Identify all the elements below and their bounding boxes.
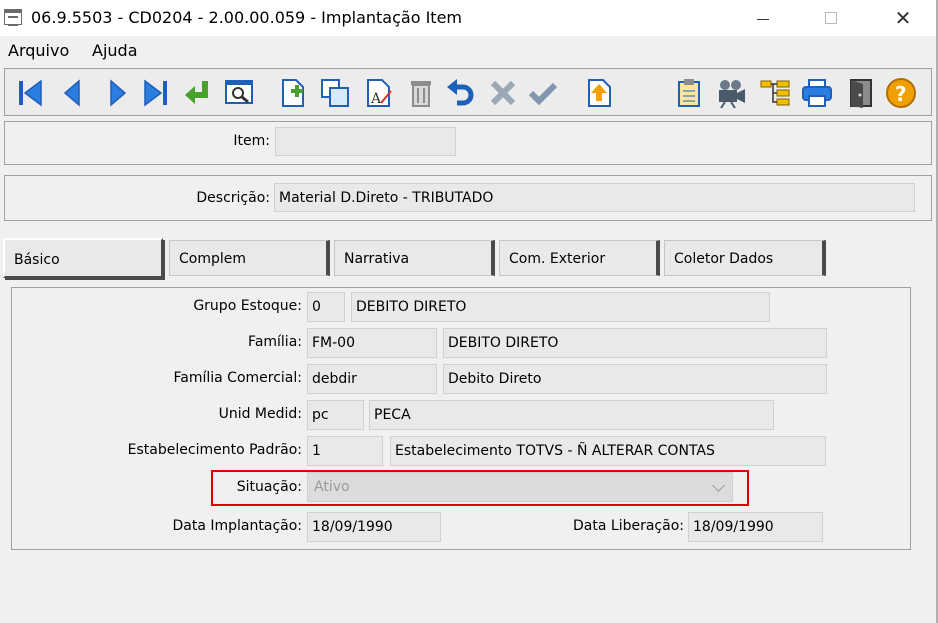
structure-icon[interactable] [759,77,791,109]
tab-com-exterior[interactable]: Com. Exterior [499,240,660,276]
unid-medid-desc: PECA [369,400,774,430]
familia-desc: DEBITO DIRETO [443,328,827,358]
menu-ajuda[interactable]: Ajuda [92,41,138,60]
help-icon[interactable]: ? [885,77,917,109]
grupo-estoque-label: Grupo Estoque: [193,298,302,314]
descricao-input[interactable]: Material D.Direto - TRIBUTADO [274,183,915,212]
familia-comercial-label: Família Comercial: [173,370,303,386]
maximize-button[interactable] [808,0,854,36]
toolbar: A ? [4,68,932,116]
grupo-estoque-desc: DEBITO DIRETO [351,292,770,322]
data-implantacao-label: Data Implantação: [172,518,303,534]
import-icon[interactable] [583,77,615,109]
familia-comercial-code[interactable]: debdir [307,364,437,394]
situacao-highlight [211,470,749,506]
item-panel [4,121,932,165]
title-bar: 06.9.5503 - CD0204 - 2.00.00.059 - Impla… [0,0,938,36]
item-input[interactable] [275,127,456,156]
svg-text:A: A [370,91,382,107]
familia-label: Família: [248,334,302,350]
data-liberacao-label: Data Liberação: [573,518,684,534]
close-icon: ✕ [894,6,912,30]
goto-icon[interactable] [181,77,213,109]
estabelecimento-code[interactable]: 1 [307,436,383,466]
tab-narrativa[interactable]: Narrativa [334,240,495,276]
delete-icon[interactable] [405,77,437,109]
confirm-icon[interactable] [527,77,559,109]
familia-code[interactable]: FM-00 [307,328,437,358]
clipboard-icon[interactable] [673,77,705,109]
exit-icon[interactable] [845,77,877,109]
estabelecimento-label: Estabelecimento Padrão: [127,442,302,458]
undo-icon[interactable] [445,77,477,109]
svg-text:?: ? [895,82,907,106]
descricao-label: Descrição: [196,190,270,206]
data-implantacao-input[interactable]: 18/09/1990 [307,512,441,542]
new-icon[interactable] [277,77,309,109]
window-title: 06.9.5503 - CD0204 - 2.00.00.059 - Impla… [31,8,462,27]
grupo-estoque-code[interactable]: 0 [307,292,345,322]
item-label: Item: [233,133,270,149]
menu-bar: Arquivo Ajuda [0,36,936,66]
familia-comercial-desc: Debito Direto [443,364,827,394]
print-icon[interactable] [801,77,833,109]
camera-icon[interactable] [715,77,747,109]
minimize-button[interactable] [740,0,786,36]
maximize-icon [825,12,837,24]
cancel-icon[interactable] [487,77,519,109]
search-icon[interactable] [223,77,255,109]
menu-arquivo[interactable]: Arquivo [8,41,69,60]
copy-icon[interactable] [319,77,351,109]
edit-icon[interactable]: A [363,77,395,109]
unid-medid-label: Unid Medid: [218,406,302,422]
last-record-icon[interactable] [139,77,171,109]
app-window-icon [4,9,22,26]
close-button[interactable]: ✕ [880,0,926,36]
previous-record-icon[interactable] [57,77,89,109]
tab-complem[interactable]: Complem [169,240,330,276]
tab-coletor-dados[interactable]: Coletor Dados [664,240,826,276]
data-liberacao-input[interactable]: 18/09/1990 [688,512,823,542]
minimize-icon [757,18,769,20]
first-record-icon[interactable] [15,77,47,109]
tab-basico[interactable]: Básico [3,238,163,278]
unid-medid-code[interactable]: pc [307,400,364,430]
estabelecimento-desc: Estabelecimento TOTVS - Ñ ALTERAR CONTAS [390,436,826,466]
next-record-icon[interactable] [101,77,133,109]
